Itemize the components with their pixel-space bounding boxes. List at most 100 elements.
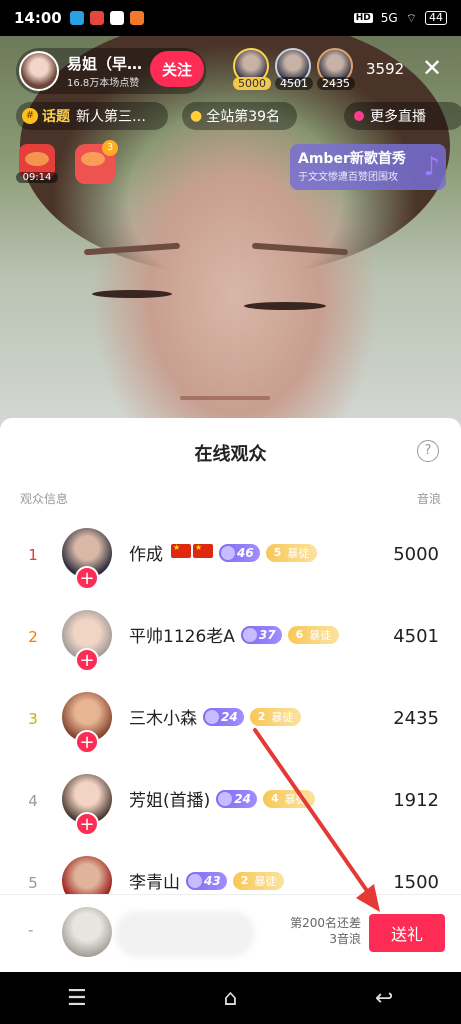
fan-badge: 4 暴徒 [262, 789, 315, 808]
gift-box-count: 3 [102, 140, 118, 156]
audience-list: 1 + 作成 46 5暴徒 5000 2 + 平帅1126老A 37 6暴 [0, 518, 461, 928]
top-viewer-value: 2435 [317, 77, 355, 90]
user-name: 李青山 [129, 873, 180, 893]
fan-badge: 5 暴徒 [265, 543, 318, 562]
top-viewer[interactable]: 2435 [317, 48, 355, 90]
status-bar: 14:00 HD 5G ⌔ 44 [0, 0, 461, 36]
fan-text: 暴徒 [271, 710, 294, 724]
system-nav-bar: ☰ ⌂ ↩ [0, 972, 461, 1024]
my-avatar[interactable] [62, 907, 112, 957]
red-packet-timer: 09:14 [16, 172, 58, 183]
more-live-pill[interactable]: 更多直播 [344, 102, 461, 130]
close-icon[interactable]: ✕ [422, 54, 442, 82]
online-audience-sheet: 在线观众 ? 观众信息 音浪 1 + 作成 46 5暴徒 5000 2 + [0, 418, 461, 972]
site-rank-text: 全站第39名 [206, 109, 281, 125]
anchor-name: 易姐（早… [67, 55, 143, 73]
avatar-wrap[interactable]: + [62, 610, 112, 672]
gift-box[interactable]: 3 [72, 140, 118, 188]
fan-text: 暴徒 [284, 792, 307, 806]
user-name: 平帅1126老A [129, 627, 235, 647]
anchor-text: 易姐（早… 16.8万本场点赞 [67, 53, 142, 89]
top-viewer[interactable]: 4501 [275, 48, 313, 90]
home-icon[interactable]: ⌂ [200, 986, 260, 1011]
user-name: 三木小森 [129, 709, 197, 729]
avatar-wrap[interactable]: + [62, 692, 112, 754]
fan-level: 4 [270, 792, 279, 805]
col-audience-info: 观众信息 [20, 492, 69, 506]
battery-icon: 44 [425, 11, 447, 25]
live-video[interactable] [0, 36, 461, 436]
follow-button[interactable]: 关注 [150, 51, 204, 87]
score: 5000 [393, 544, 439, 565]
viewer-count[interactable]: 3592 [366, 60, 404, 78]
avatar-wrap[interactable]: + [62, 774, 112, 836]
china-flag-icons [169, 543, 213, 562]
video-right-eye [244, 302, 326, 310]
level-badge: 24 [203, 707, 244, 726]
follow-plus-icon[interactable]: + [75, 730, 99, 754]
menu-icon[interactable]: ☰ [47, 986, 107, 1011]
red-packet-gift[interactable]: 09:14 [16, 144, 58, 188]
rank-gap-info: 第200名还差 3音浪 [290, 915, 361, 947]
rank-gap-line1: 第200名还差 [290, 916, 361, 930]
top-viewer-value: 4501 [275, 77, 313, 90]
network-label: 5G [380, 11, 398, 25]
follow-plus-icon[interactable]: + [75, 812, 99, 836]
follow-plus-icon[interactable]: + [75, 648, 99, 672]
rank-number: 2 [28, 628, 38, 646]
top-viewers[interactable]: 5000 4501 2435 [233, 48, 355, 90]
audience-row[interactable]: 4 + 芳姐(首播) 24 4 暴徒 1912 [0, 764, 461, 846]
topic-pill[interactable]: # 话题 新人第三… [16, 102, 168, 130]
my-rank-bar: - 第200名还差 3音浪 送礼 [0, 894, 461, 972]
send-gift-button[interactable]: 送礼 [369, 914, 445, 952]
audience-row[interactable]: 1 + 作成 46 5 暴徒 5000 [0, 518, 461, 600]
anchor-avatar[interactable] [19, 51, 59, 91]
anchor-likes: 16.8万本场点赞 [67, 78, 140, 89]
avatar-wrap[interactable]: + [62, 528, 112, 590]
top-viewer[interactable]: 5000 [233, 48, 271, 90]
more-live-text: 更多直播 [370, 109, 426, 125]
user-name: 作成 [129, 545, 163, 565]
live-tags-row: # 话题 新人第三… ● 全站第39名 更多直播 [16, 102, 461, 130]
level-badge: 43 [186, 871, 227, 890]
user-info: 平帅1126老A 37 6 暴徒 [129, 622, 340, 647]
song-banner[interactable]: Amber新歌首秀 于文文惨遭百赞团围攻 ♪ [290, 144, 446, 190]
status-app-icons [69, 11, 144, 25]
china-flag-icon [193, 543, 213, 558]
rank-gap-line2: 3音浪 [329, 932, 361, 946]
user-info: 三木小森 24 2 暴徒 [129, 704, 302, 729]
help-icon[interactable]: ? [417, 440, 439, 462]
video-nose [180, 396, 270, 400]
video-left-eye [92, 290, 172, 298]
audience-row[interactable]: 3 + 三木小森 24 2 暴徒 2435 [0, 682, 461, 764]
level-badge: 24 [216, 789, 257, 808]
rank-number: 4 [28, 792, 38, 810]
telegram-icon [69, 11, 84, 25]
hd-icon: HD [353, 13, 373, 23]
topic-text: 新人第三… [76, 109, 146, 125]
topic-icon: # [22, 108, 38, 124]
follow-plus-icon[interactable]: + [75, 566, 99, 590]
my-name-blurred [115, 911, 255, 957]
fan-badge: 2 暴徒 [249, 707, 302, 726]
status-indicators: HD 5G ⌔ 44 [353, 11, 447, 26]
fan-level: 5 [273, 546, 282, 559]
back-icon[interactable]: ↩ [354, 986, 414, 1011]
col-sound-wave: 音浪 [416, 492, 441, 506]
score: 1500 [393, 872, 439, 893]
fan-text: 暴徒 [309, 628, 332, 642]
site-rank-pill[interactable]: ● 全站第39名 [182, 102, 297, 130]
level-badge: 46 [219, 543, 260, 562]
fire-icon: ● [190, 108, 203, 124]
rank-number: 5 [28, 874, 38, 892]
user-name: 芳姐(首播) [129, 791, 211, 811]
song-subtitle: 于文文惨遭百赞团围攻 [298, 172, 398, 183]
audience-row[interactable]: 2 + 平帅1126老A 37 6 暴徒 4501 [0, 600, 461, 682]
fan-level: 2 [257, 710, 266, 723]
score: 1912 [393, 790, 439, 811]
user-info: 芳姐(首播) 24 4 暴徒 [129, 786, 315, 811]
rank-number: 1 [28, 546, 38, 564]
fan-text: 暴徒 [287, 546, 310, 560]
rank-number: 3 [28, 710, 38, 728]
score: 2435 [393, 708, 439, 729]
